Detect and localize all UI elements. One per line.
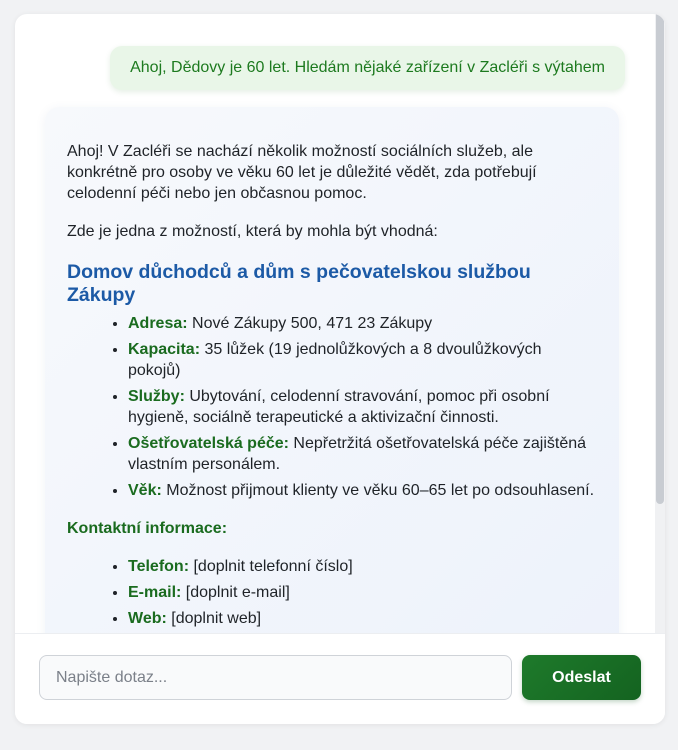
- user-message-bubble: Ahoj, Dědovy je 60 let. Hledám nějaké za…: [110, 46, 625, 90]
- composer-bar: Odeslat: [15, 633, 665, 724]
- detail-services: Služby: Ubytování, celodenní stravování,…: [128, 386, 597, 428]
- contact-label: Telefon:: [128, 558, 190, 575]
- detail-capacity: Kapacita: 35 lůžek (19 jednolůžkových a …: [128, 339, 597, 381]
- detail-value: Nové Zákupy 500, 471 23 Zákupy: [187, 315, 433, 332]
- chat-scrollbar[interactable]: [655, 14, 665, 633]
- contact-email: E-mail: [doplnit e-mail]: [128, 582, 597, 603]
- contact-web: Web: [doplnit web]: [128, 608, 597, 629]
- chat-history[interactable]: Ahoj, Dědovy je 60 let. Hledám nějaké za…: [15, 14, 665, 633]
- detail-label: Služby:: [128, 388, 185, 405]
- detail-value: Možnost přijmout klienty ve věku 60–65 l…: [161, 482, 595, 499]
- contact-value: [doplnit e-mail]: [181, 584, 290, 601]
- chat-window: Ahoj, Dědovy je 60 let. Hledám nějaké za…: [15, 14, 665, 724]
- contact-phone: Telefon: [doplnit telefonní číslo]: [128, 556, 597, 577]
- facility-title: Domov důchodců a dům s pečovatelskou slu…: [67, 261, 531, 306]
- bot-message-bubble: Ahoj! V Zacléři se nachází několik možno…: [45, 107, 619, 633]
- detail-value: Ubytování, celodenní stravování, pomoc p…: [128, 388, 550, 426]
- bot-intro-text: Ahoj! V Zacléři se nachází několik možno…: [67, 143, 537, 202]
- detail-address: Adresa: Nové Zákupy 500, 471 23 Zákupy: [128, 313, 597, 334]
- bot-lead-text: Zde je jedna z možností, která by mohla …: [67, 223, 438, 240]
- contact-value: [doplnit telefonní číslo]: [189, 558, 353, 575]
- detail-label: Adresa:: [128, 315, 188, 332]
- send-button[interactable]: Odeslat: [522, 655, 641, 700]
- contact-heading: Kontaktní informace:: [67, 520, 228, 537]
- detail-label: Ošetřovatelská péče:: [128, 435, 289, 452]
- detail-label: Věk:: [128, 482, 162, 499]
- question-input[interactable]: [39, 655, 512, 700]
- detail-label: Kapacita:: [128, 341, 201, 358]
- detail-nursing-care: Ošetřovatelská péče: Nepřetržitá ošetřov…: [128, 433, 597, 475]
- contact-value: [doplnit web]: [166, 610, 262, 627]
- contact-list: Telefon: [doplnit telefonní číslo] E-mai…: [67, 556, 597, 629]
- facility-details-list: Adresa: Nové Zákupy 500, 471 23 Zákupy K…: [67, 313, 597, 501]
- scrollbar-thumb[interactable]: [656, 14, 664, 504]
- detail-age: Věk: Možnost přijmout klienty ve věku 60…: [128, 480, 597, 501]
- contact-label: Web:: [128, 610, 167, 627]
- contact-label: E-mail:: [128, 584, 182, 601]
- user-message-text: Ahoj, Dědovy je 60 let. Hledám nějaké za…: [130, 59, 605, 76]
